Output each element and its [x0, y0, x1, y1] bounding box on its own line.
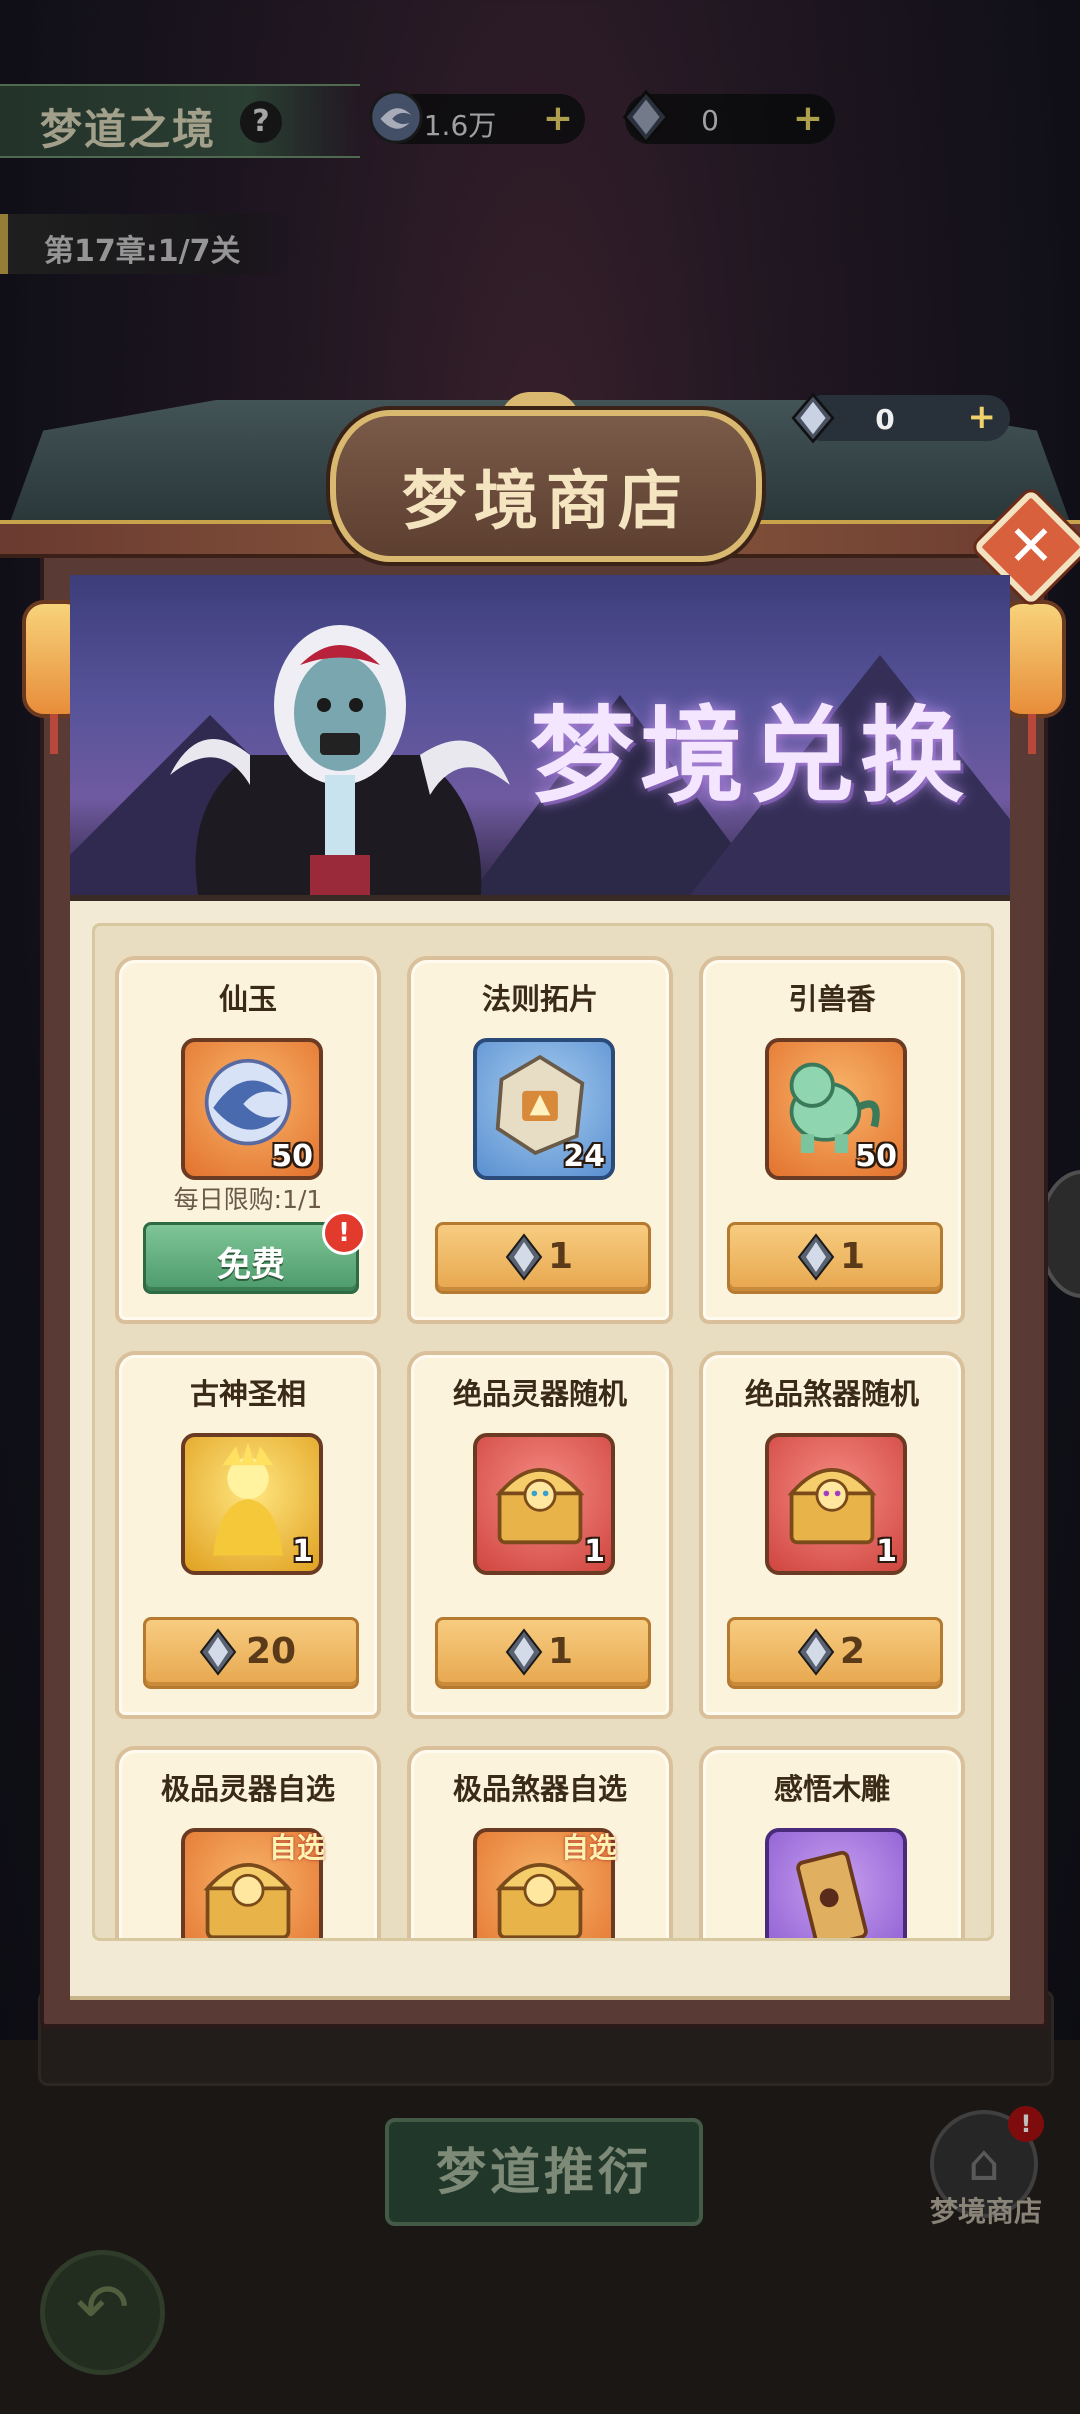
- item-quantity: 1: [584, 1534, 605, 1569]
- shop-item-card[interactable]: 仙玉 50 每日限购:1/1 免费 !: [115, 956, 381, 1324]
- diamond-gem-icon: [505, 1628, 543, 1676]
- item-name: 感悟木雕: [773, 1772, 890, 1806]
- item-grid: 仙玉 50 每日限购:1/1 免费 ! 法则拓片 24 1 引兽香 50 1 古…: [92, 923, 994, 1941]
- item-icon-wood-carving: [765, 1828, 907, 1938]
- item-quantity: 50: [271, 1139, 313, 1174]
- item-name: 绝品煞器随机: [744, 1377, 919, 1411]
- item-icon-spirit-select: 自选: [181, 1828, 325, 1938]
- shop-gem-value: 0: [875, 403, 895, 436]
- shop-item-card[interactable]: 古神圣相 1 20: [115, 1351, 381, 1719]
- item-name: 引兽香: [788, 982, 876, 1016]
- shop-banner: 梦境兑换: [70, 575, 1010, 901]
- shop-item-card[interactable]: 极品煞器自选 自选: [407, 1746, 673, 1938]
- price-value: 1: [840, 1236, 866, 1277]
- item-icon-jade: 50: [181, 1038, 323, 1180]
- item-quantity: 1: [876, 1534, 897, 1569]
- diamond-gem-icon: [199, 1628, 237, 1676]
- item-name: 法则拓片: [481, 982, 598, 1016]
- item-quantity: 50: [855, 1139, 897, 1174]
- masked-demon-character-illustration: [170, 625, 510, 895]
- item-icon-spirit-chest: 1: [473, 1433, 615, 1575]
- item-icon-evil-select: 自选: [473, 1828, 617, 1938]
- self-select-tag: 自选: [268, 1831, 325, 1864]
- item-name: 极品灵器自选: [160, 1772, 335, 1806]
- shop-item-card[interactable]: 引兽香 50 1: [699, 956, 965, 1324]
- item-icon-ancient-god: 1: [181, 1433, 323, 1575]
- item-name: 绝品灵器随机: [452, 1377, 627, 1411]
- item-name: 仙玉: [218, 982, 277, 1016]
- item-icon-evil-chest: 1: [765, 1433, 907, 1575]
- shop-add-gem-button[interactable]: +: [968, 397, 997, 437]
- banner-title: 梦境兑换: [530, 694, 971, 817]
- shop-item-card[interactable]: 绝品灵器随机 1 1: [407, 1351, 673, 1719]
- price-value: 1: [548, 1631, 574, 1672]
- price-value: 2: [840, 1631, 866, 1672]
- shop-title-plaque: 梦境商店: [330, 410, 762, 562]
- shop-item-card[interactable]: 绝品煞器随机 1 2: [699, 1351, 965, 1719]
- shop-content: 仙玉 50 每日限购:1/1 免费 ! 法则拓片 24 1 引兽香 50 1 古…: [70, 901, 1010, 2000]
- buy-button[interactable]: 1: [435, 1222, 651, 1294]
- price-value: 20: [246, 1631, 297, 1672]
- close-icon: ✕: [1007, 514, 1055, 579]
- self-select-tag: 自选: [560, 1831, 617, 1864]
- item-icon-beast-incense: 50: [765, 1038, 907, 1180]
- shop-gem-bar: 0 +: [791, 392, 1010, 444]
- item-name: 极品煞器自选: [452, 1772, 627, 1806]
- diamond-gem-icon: [797, 1233, 835, 1281]
- price-value: 1: [548, 1236, 574, 1277]
- item-name: 古神圣相: [189, 1377, 306, 1411]
- wood-carving-icon: [796, 1850, 868, 1938]
- shop-title: 梦境商店: [402, 464, 690, 539]
- item-quantity: 24: [563, 1139, 605, 1174]
- item-quantity: 1: [292, 1534, 313, 1569]
- buy-button[interactable]: 20: [143, 1617, 359, 1689]
- diamond-gem-icon: [505, 1233, 543, 1281]
- buy-button[interactable]: 1: [435, 1617, 651, 1689]
- alert-badge: !: [322, 1211, 366, 1255]
- shop-item-card[interactable]: 极品灵器自选 自选: [115, 1746, 381, 1938]
- free-claim-button[interactable]: 免费 !: [143, 1211, 366, 1294]
- shop-item-card[interactable]: 感悟木雕: [699, 1746, 965, 1938]
- diamond-gem-icon: [797, 1628, 835, 1676]
- buy-button[interactable]: 2: [727, 1617, 943, 1689]
- buy-button[interactable]: 1: [727, 1222, 943, 1294]
- item-icon-rubbing: 24: [473, 1038, 615, 1180]
- shop-item-card[interactable]: 法则拓片 24 1: [407, 956, 673, 1324]
